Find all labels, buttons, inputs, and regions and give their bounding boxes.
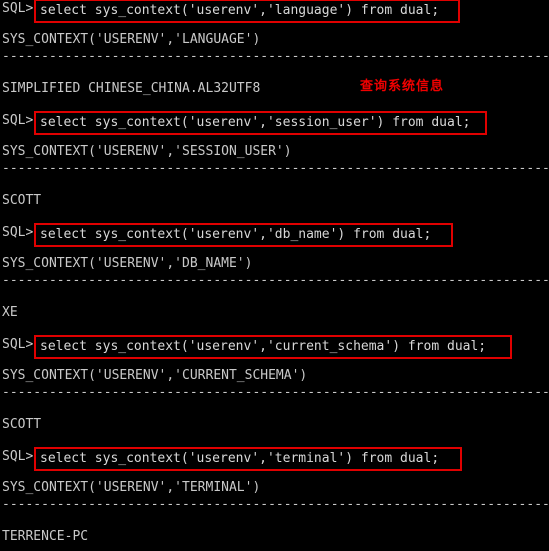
separator-text: ----------------------------------------… — [2, 386, 549, 400]
sql-prompt: SQL> — [2, 449, 34, 464]
highlighted-command-3[interactable]: select sys_context('userenv','db_name') … — [34, 223, 453, 247]
sql-prompt: SQL> — [2, 113, 34, 128]
sql-prompt: SQL> — [2, 337, 34, 352]
result-header: SYS_CONTEXT('USERENV','DB_NAME') — [0, 257, 549, 271]
column-header-text: SYS_CONTEXT('USERENV','SESSION_USER') — [2, 144, 292, 159]
separator-rule: ----------------------------------------… — [0, 274, 549, 288]
result-value: SIMPLIFIED CHINESE_CHINA.AL32UTF8 — [0, 82, 549, 96]
column-header-text: SYS_CONTEXT('USERENV','LANGUAGE') — [2, 32, 261, 47]
result-value: SCOTT — [0, 418, 549, 432]
separator-rule: ----------------------------------------… — [0, 50, 549, 64]
terminal-window[interactable]: SQL> select sys_context('userenv','langu… — [0, 0, 549, 551]
column-header-text: SYS_CONTEXT('USERENV','TERMINAL') — [2, 480, 261, 495]
separator-text: ----------------------------------------… — [2, 162, 549, 176]
command-line[interactable]: SQL> select sys_context('userenv','sessi… — [0, 111, 549, 135]
result-header: SYS_CONTEXT('USERENV','TERMINAL') — [0, 481, 549, 495]
separator-text: ----------------------------------------… — [2, 50, 549, 64]
separator-rule: ----------------------------------------… — [0, 386, 549, 400]
separator-rule: ----------------------------------------… — [0, 162, 549, 176]
result-header: SYS_CONTEXT('USERENV','SESSION_USER') — [0, 145, 549, 159]
result-text: XE — [2, 305, 18, 320]
result-value: XE — [0, 306, 549, 320]
highlighted-command-1[interactable]: select sys_context('userenv','language')… — [34, 0, 460, 23]
command-line[interactable]: SQL> select sys_context('userenv','curre… — [0, 335, 549, 359]
command-line[interactable]: SQL> select sys_context('userenv','db_na… — [0, 223, 549, 247]
highlighted-command-5[interactable]: select sys_context('userenv','terminal')… — [34, 447, 462, 471]
separator-rule: ----------------------------------------… — [0, 498, 549, 512]
result-header: SYS_CONTEXT('USERENV','LANGUAGE') — [0, 33, 549, 47]
result-value: TERRENCE-PC — [0, 530, 549, 544]
highlighted-command-4[interactable]: select sys_context('userenv','current_sc… — [34, 335, 512, 359]
result-text: TERRENCE-PC — [2, 529, 89, 544]
red-annotation-label: 查询系统信息 — [360, 79, 445, 94]
command-line[interactable]: SQL> select sys_context('userenv','langu… — [0, 0, 549, 23]
separator-text: ----------------------------------------… — [2, 498, 549, 512]
result-text: SIMPLIFIED CHINESE_CHINA.AL32UTF8 — [2, 81, 261, 96]
result-text: SCOTT — [2, 193, 42, 208]
result-text: SCOTT — [2, 417, 42, 432]
column-header-text: SYS_CONTEXT('USERENV','CURRENT_SCHEMA') — [2, 368, 308, 383]
result-header: SYS_CONTEXT('USERENV','CURRENT_SCHEMA') — [0, 369, 549, 383]
sql-prompt: SQL> — [2, 225, 34, 240]
result-value: SCOTT — [0, 194, 549, 208]
command-line[interactable]: SQL> select sys_context('userenv','termi… — [0, 447, 549, 471]
column-header-text: SYS_CONTEXT('USERENV','DB_NAME') — [2, 256, 253, 271]
highlighted-command-2[interactable]: select sys_context('userenv','session_us… — [34, 111, 487, 135]
sql-prompt: SQL> — [2, 1, 34, 16]
separator-text: ----------------------------------------… — [2, 274, 549, 288]
